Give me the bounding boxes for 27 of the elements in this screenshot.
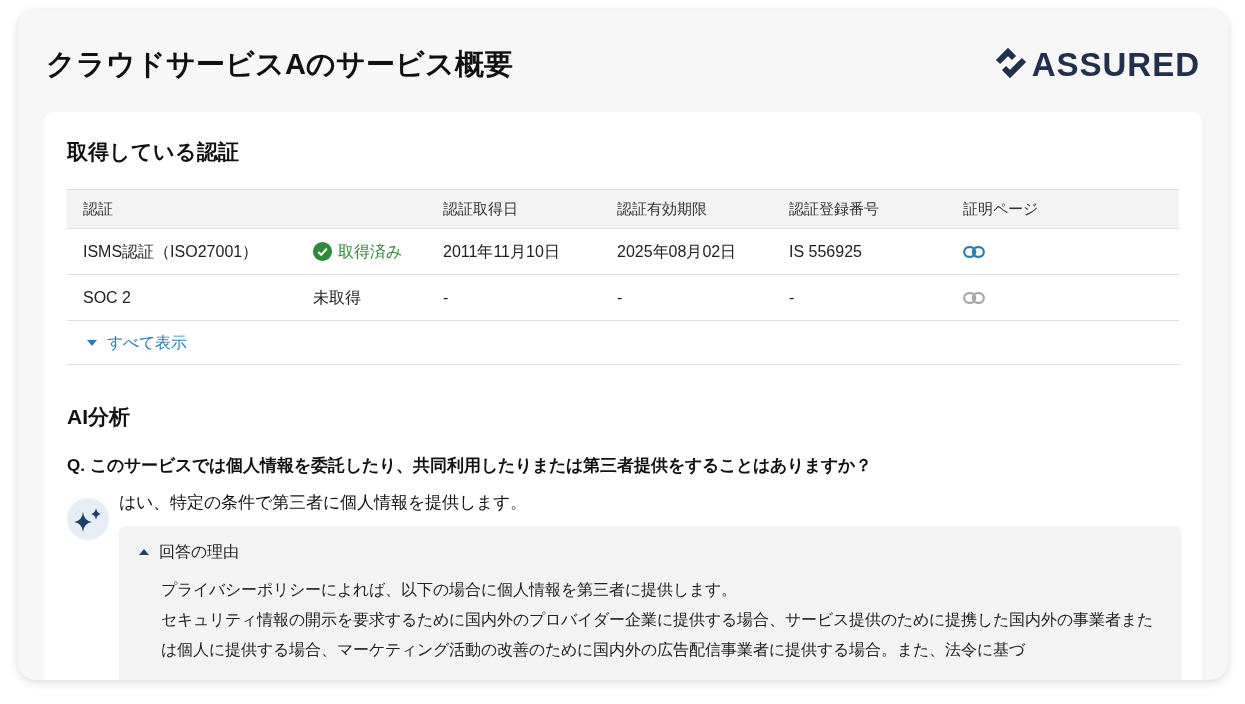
table-cell-text: IS 556925 bbox=[789, 241, 863, 262]
show-all-link[interactable]: すべて表示 bbox=[87, 330, 187, 355]
answer-text: はい、特定の条件で第三者に個人情報を提供します。 bbox=[119, 492, 528, 514]
table-cell-text: 2025年08月02日 bbox=[617, 241, 738, 262]
section-heading: AI分析 bbox=[67, 404, 131, 430]
table-cell-text: 2011年11月10日 bbox=[443, 241, 561, 262]
column-header: 認証有効期限 bbox=[617, 198, 708, 219]
reason-text: プライバシーポリシーによれば、以下の場合に個人情報を第三者に提供します。 bbox=[161, 578, 738, 600]
status-label: 未取得 bbox=[313, 287, 362, 308]
logo: ASSURED bbox=[993, 40, 1200, 90]
table-cell-text: ISMS認証（ISO27001） bbox=[83, 241, 260, 262]
reason-text: セキュリティ情報の開示を要求するために国内外のプロバイダー企業に提供する場合、サービス提供のために提携した国内外の事業者または個人に提供する場合、マーケティング活動の改善のために国内外の広告配信事業者に提供する場合。また、法令に基づ bbox=[161, 608, 1154, 660]
table-cell-text: - bbox=[789, 287, 796, 308]
section-heading: 取得している認証 bbox=[67, 138, 240, 165]
column-header: 証明ページ bbox=[963, 198, 1039, 219]
link-icon[interactable] bbox=[963, 245, 985, 258]
column-header: 認証取得日 bbox=[443, 198, 519, 219]
table-cell-text: - bbox=[617, 287, 624, 308]
page-title: クラウドサービスAのサービス概要 bbox=[46, 47, 513, 82]
table-cell-text: SOC 2 bbox=[83, 287, 132, 308]
question-text: Q. このサービスでは個人情報を委託したり、共同利用したりまたは第三者提供をすることはありますか？ bbox=[67, 454, 873, 477]
column-header: 認証登録番号 bbox=[789, 198, 880, 219]
status-label: 取得済み bbox=[313, 239, 443, 264]
check-circle-icon bbox=[313, 242, 332, 261]
column-header: 認証 bbox=[83, 198, 114, 219]
table-cell-text: - bbox=[443, 287, 450, 308]
reason-toggle[interactable]: 回答の理由 bbox=[139, 539, 239, 564]
